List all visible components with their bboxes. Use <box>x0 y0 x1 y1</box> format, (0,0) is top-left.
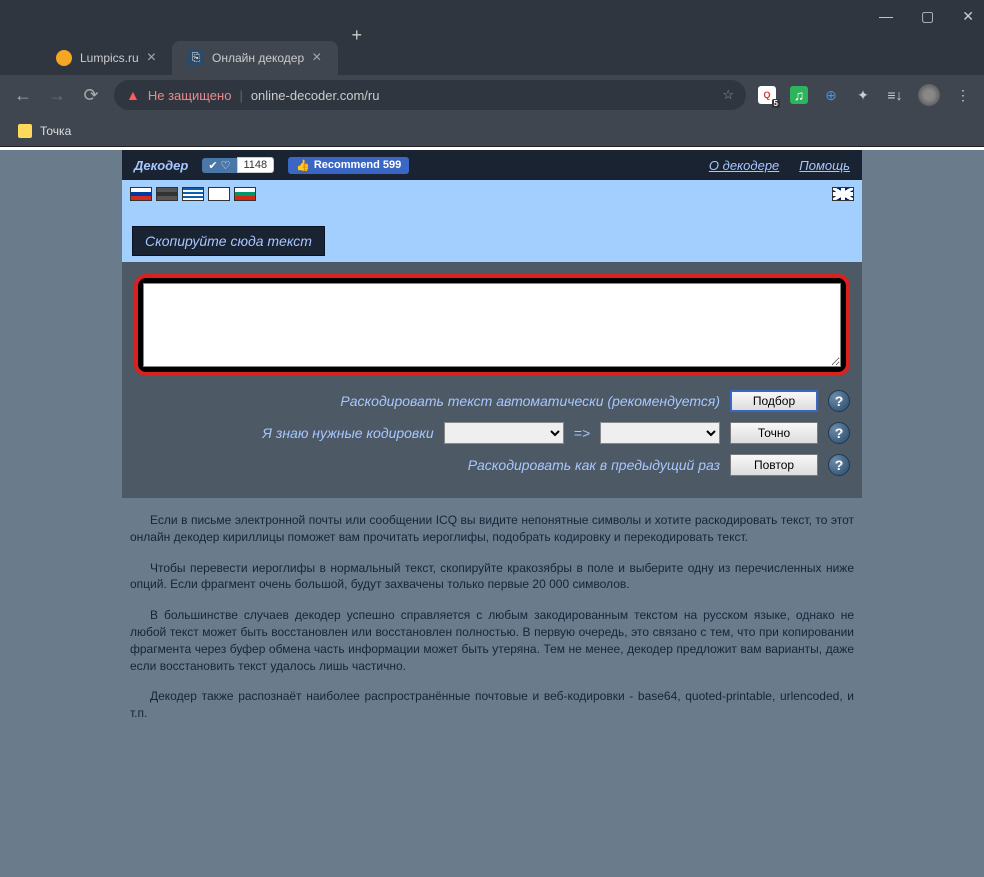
tab-title: Lumpics.ru <box>80 51 139 65</box>
description-text: Если в письме электронной почты или сооб… <box>122 498 862 750</box>
flag-ru-icon[interactable] <box>130 187 152 201</box>
maximize-button[interactable]: ▢ <box>921 8 934 25</box>
profile-avatar[interactable] <box>918 84 940 106</box>
bookmarks-bar: Точка <box>0 115 984 147</box>
forward-button[interactable]: → <box>46 85 68 106</box>
close-tab-icon[interactable]: × <box>312 49 321 67</box>
fb-recommend-button[interactable]: 👍 Recommend 599 <box>288 157 409 174</box>
reading-list-icon[interactable]: ≡↓ <box>886 86 904 104</box>
extension-icon-1[interactable]: Q5 <box>758 86 776 104</box>
bookmark-star-icon[interactable]: ☆ <box>722 87 734 103</box>
browser-menu-icon[interactable]: ⋮ <box>954 86 972 104</box>
paragraph: Чтобы перевести иероглифы в нормальный т… <box>130 560 854 594</box>
extensions-menu-icon[interactable]: ✦ <box>854 86 872 104</box>
browser-tab-1[interactable]: Lumpics.ru × <box>40 41 172 75</box>
page-viewport: Декодер ✔ ♡ 1148 👍 Recommend 599 О декод… <box>0 150 984 877</box>
flag-icon[interactable] <box>234 187 256 201</box>
textarea-highlight-frame <box>134 274 850 376</box>
site-logo[interactable]: Декодер <box>134 158 188 173</box>
input-textarea[interactable] <box>143 283 841 367</box>
vk-like-count: 1148 <box>237 157 275 173</box>
url-text: online-decoder.com/ru <box>251 88 380 103</box>
browser-tab-2[interactable]: ⎘ Онлайн декодер × <box>172 41 337 75</box>
control-row-encodings: Я знаю нужные кодировки => Точно ? <box>134 422 850 444</box>
site-topbar: Декодер ✔ ♡ 1148 👍 Recommend 599 О декод… <box>122 150 862 180</box>
control-row-auto: Раскодировать текст автоматически (реком… <box>134 390 850 412</box>
flag-uk-icon[interactable] <box>832 187 854 201</box>
paragraph: Декодер также распознаёт наиболее распро… <box>130 688 854 722</box>
about-link[interactable]: О декодере <box>709 158 779 173</box>
control-row-repeat: Раскодировать как в предыдущий раз Повто… <box>134 454 850 476</box>
close-window-button[interactable]: ✕ <box>962 8 974 25</box>
reload-button[interactable]: ⟳ <box>80 85 102 106</box>
decoder-form: Раскодировать текст автоматически (реком… <box>122 262 862 498</box>
flag-il-icon[interactable] <box>208 187 230 201</box>
vk-like-widget[interactable]: ✔ ♡ 1148 <box>202 157 274 173</box>
window-titlebar: — ▢ ✕ Lumpics.ru × ⎘ Онлайн декодер × + <box>0 0 984 75</box>
thumbs-up-icon: 👍 <box>296 159 310 172</box>
minimize-button[interactable]: — <box>879 8 893 25</box>
help-icon[interactable]: ? <box>828 454 850 476</box>
section-title: Скопируйте сюда текст <box>132 226 325 256</box>
section-header-bar: Скопируйте сюда текст <box>122 208 862 262</box>
source-encoding-select[interactable] <box>444 422 564 444</box>
auto-decode-button[interactable]: Подбор <box>730 390 818 412</box>
help-icon[interactable]: ? <box>828 390 850 412</box>
bookmark-folder-icon <box>18 124 32 138</box>
repeat-decode-button[interactable]: Повтор <box>730 454 818 476</box>
extension-icon-2[interactable]: ♫ <box>790 86 808 104</box>
repeat-decode-label: Раскодировать как в предыдущий раз <box>468 457 720 473</box>
paragraph: Если в письме электронной почты или сооб… <box>130 512 854 546</box>
help-icon[interactable]: ? <box>828 422 850 444</box>
known-encodings-label: Я знаю нужные кодировки <box>262 425 433 441</box>
security-warning: Не защищено <box>148 88 232 103</box>
arrow-label: => <box>574 425 590 441</box>
address-bar[interactable]: ▲ Не защищено | online-decoder.com/ru ☆ <box>114 80 746 110</box>
language-flags-row <box>122 180 862 208</box>
flag-icon[interactable] <box>156 187 178 201</box>
extension-icon-3[interactable]: ⊕ <box>822 86 840 104</box>
paragraph: В большинстве случаев декодер успешно сп… <box>130 607 854 674</box>
back-button[interactable]: ← <box>12 85 34 106</box>
close-tab-icon[interactable]: × <box>147 49 156 67</box>
favicon-lumpics <box>56 50 72 66</box>
address-bar-row: ← → ⟳ ▲ Не защищено | online-decoder.com… <box>0 75 984 115</box>
exact-decode-button[interactable]: Точно <box>730 422 818 444</box>
help-link[interactable]: Помощь <box>799 158 850 173</box>
bookmark-item[interactable]: Точка <box>40 124 71 138</box>
target-encoding-select[interactable] <box>600 422 720 444</box>
warning-icon: ▲ <box>126 87 140 103</box>
flag-gr-icon[interactable] <box>182 187 204 201</box>
new-tab-button[interactable]: + <box>338 25 377 46</box>
vk-like-button: ✔ ♡ <box>202 158 236 173</box>
divider: | <box>239 88 242 103</box>
auto-decode-label: Раскодировать текст автоматически (реком… <box>340 393 720 409</box>
tab-title: Онлайн декодер <box>212 51 304 65</box>
favicon-decoder: ⎘ <box>188 50 204 66</box>
